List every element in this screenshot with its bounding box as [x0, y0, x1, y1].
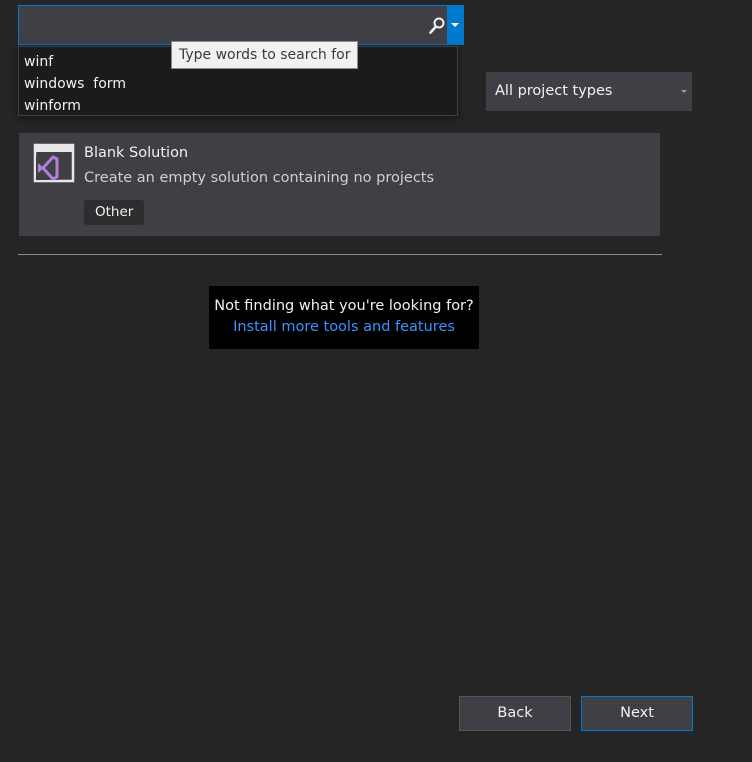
template-search-box[interactable] — [18, 5, 464, 45]
project-type-selected: All project types — [495, 83, 613, 99]
chevron-down-icon — [681, 90, 687, 93]
search-icon[interactable] — [427, 16, 447, 36]
suggestion-item[interactable]: windows form — [19, 73, 457, 95]
not-finding-panel: Not finding what you're looking for? Ins… — [209, 286, 479, 349]
template-description: Create an empty solution containing no p… — [84, 170, 435, 186]
search-tooltip: Type words to search for — [171, 41, 359, 69]
back-button[interactable]: Back — [459, 696, 571, 731]
search-input[interactable] — [19, 6, 419, 44]
not-finding-text: Not finding what you're looking for? — [214, 298, 474, 314]
chevron-down-icon — [451, 23, 459, 27]
project-type-dropdown[interactable]: All project types — [486, 72, 692, 111]
install-tools-link[interactable]: Install more tools and features — [209, 319, 479, 335]
divider — [18, 254, 662, 255]
template-item-blank-solution[interactable]: Blank Solution Create an empty solution … — [19, 133, 660, 236]
search-history-dropdown-button[interactable] — [447, 6, 463, 44]
template-tag: Other — [84, 200, 145, 225]
visual-studio-solution-icon — [33, 143, 75, 185]
next-button[interactable]: Next — [581, 696, 693, 731]
suggestion-item[interactable]: winform — [19, 95, 457, 117]
template-title: Blank Solution — [84, 145, 189, 161]
